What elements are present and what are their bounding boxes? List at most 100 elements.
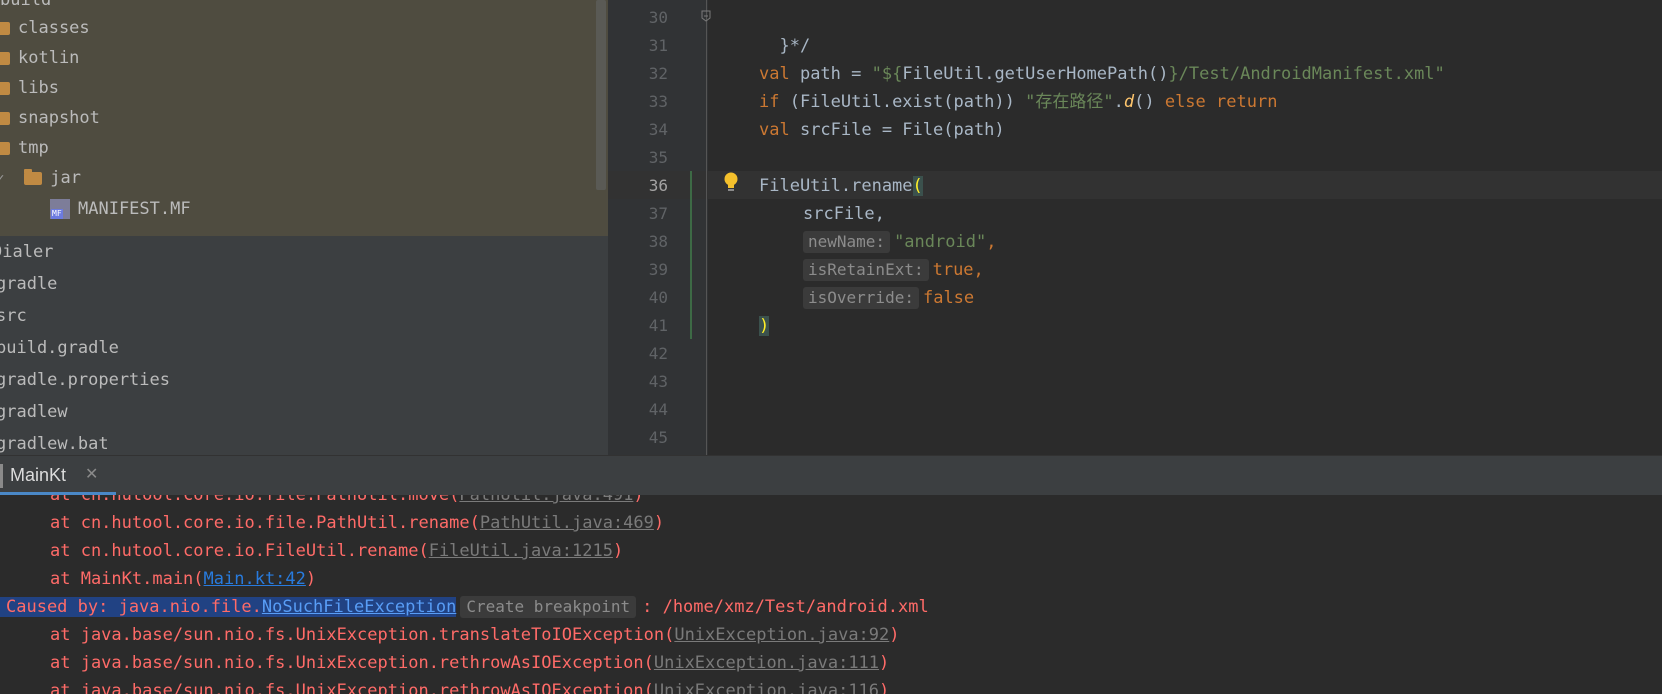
code-text: FileUtil.rename [759, 176, 913, 196]
folder-icon [0, 51, 10, 65]
code-line-40[interactable]: isOverride: false [803, 284, 974, 312]
tree-item-label: snapshot [18, 108, 100, 128]
chevron-down-icon[interactable]: ✓ [0, 163, 10, 195]
string-literal: "存在路径" [1025, 92, 1114, 112]
code-line-36[interactable]: FileUtil.rename( [759, 172, 923, 200]
tree-item-label: MANIFEST.MF [78, 199, 191, 219]
code-text: , [986, 232, 997, 252]
tree-item-gradlew-bat[interactable]: gradlew.bat [0, 428, 109, 455]
run-console[interactable]: at cn.hutool.core.io.file.PathUtil.move(… [0, 495, 1662, 694]
line-number: 42 [648, 344, 668, 363]
keyword: val [759, 64, 790, 84]
line-number: 45 [648, 428, 668, 447]
tree-item-src[interactable]: src [0, 300, 27, 332]
line-number: 31 [648, 36, 668, 55]
code-line-30[interactable]: }*/ [759, 4, 810, 56]
tree-item-jar[interactable]: ✓ jar [0, 162, 81, 194]
source-link[interactable]: Main.kt:42 [204, 569, 306, 589]
manifest-file-icon: MF [50, 199, 70, 219]
matched-paren: ( [912, 176, 923, 196]
console-line: at java.base/sun.nio.fs.UnixException.re… [0, 677, 889, 694]
code-text: () [1134, 92, 1165, 112]
source-link[interactable]: FileUtil.java:1215 [429, 541, 613, 561]
code-text: srcFile = File(path) [789, 120, 1005, 140]
keyword: if [759, 92, 780, 112]
source-link[interactable]: PathUtil.java:469 [480, 513, 654, 533]
parameter-hint: isRetainExt: [803, 259, 929, 281]
tree-item-manifest[interactable]: MF MANIFEST.MF [50, 193, 191, 225]
string-literal: "${ [871, 64, 903, 84]
code-text: , [973, 260, 984, 280]
code-line-41[interactable]: ) [759, 312, 770, 340]
code-text: FileUtil.getUserHomePath() [902, 64, 1169, 84]
line-number: 37 [648, 204, 668, 223]
source-link[interactable]: UnixException.java:116 [654, 681, 879, 694]
tree-item-snapshot[interactable]: snapshot [0, 102, 100, 134]
console-line: at java.base/sun.nio.fs.UnixException.re… [50, 653, 890, 673]
tree-item-build-gradle[interactable]: build.gradle [0, 332, 119, 364]
tree-item-gradle[interactable]: gradle [0, 268, 57, 300]
run-tool-window-tabs: MainKt ✕ [0, 455, 1662, 496]
tree-item-gradle-properties[interactable]: gradle.properties [0, 364, 170, 396]
line-number: 30 [648, 8, 668, 27]
keyword: false [922, 288, 975, 308]
selected-text[interactable]: Caused by: java.nio.file.NoSuchFileExcep… [0, 597, 457, 617]
source-link[interactable]: UnixException.java:92 [674, 625, 889, 645]
tree-item-dialer[interactable]: Dialer [0, 236, 53, 268]
tree-item-libs[interactable]: libs [0, 72, 59, 104]
close-icon[interactable]: ✕ [85, 456, 98, 494]
line-number: 40 [648, 288, 668, 307]
tree-item-label: classes [18, 18, 90, 38]
line-number: 44 [648, 400, 668, 419]
tree-item-label: build.gradle [0, 338, 119, 358]
tree-item-kotlin[interactable]: kotlin [0, 42, 79, 74]
line-number: 43 [648, 372, 668, 391]
vcs-change-marker[interactable] [690, 171, 692, 339]
tree-item-label: build [0, 0, 52, 10]
lightbulb-icon[interactable] [723, 172, 739, 194]
folder-icon [24, 168, 43, 185]
exception-link[interactable]: NoSuchFileException [262, 597, 456, 617]
tree-item-label: kotlin [18, 48, 80, 68]
code-line-37[interactable]: srcFile, [803, 200, 885, 228]
folder-icon [0, 141, 10, 155]
create-breakpoint-hint[interactable]: Create breakpoint [460, 596, 637, 618]
source-link[interactable]: UnixException.java:111 [654, 653, 879, 673]
project-tree[interactable]: build classes kotlin libs snapshot tmp ✓… [0, 0, 608, 455]
line-number: 35 [648, 148, 668, 167]
tree-item-label: libs [18, 78, 59, 98]
folder-icon [0, 81, 10, 95]
source-link[interactable]: PathUtil.java:491 [459, 495, 633, 505]
parameter-hint: newName: [803, 231, 891, 253]
code-line-39[interactable]: isRetainExt: true, [803, 256, 984, 284]
parameter-hint: isOverride: [803, 287, 919, 309]
tree-item-tmp[interactable]: tmp [0, 132, 49, 164]
code-line-32[interactable]: val path = "${FileUtil.getUserHomePath()… [759, 60, 1445, 88]
tree-item-label: Dialer [0, 242, 54, 262]
fold-icon[interactable] [700, 10, 712, 22]
gutter-divider [706, 0, 707, 455]
code-line-33[interactable]: if (FileUtil.exist(path)) "存在路径".d() els… [759, 88, 1277, 116]
tree-scrollbar[interactable] [596, 0, 606, 190]
line-number-current: 36 [648, 176, 668, 195]
code-line-34[interactable]: val srcFile = File(path) [759, 116, 1005, 144]
tab-edge-marker [0, 464, 3, 488]
console-line: at cn.hutool.core.io.FileUtil.rename(Fil… [50, 541, 624, 561]
console-line-caused-by: Caused by: java.nio.file.NoSuchFileExcep… [0, 593, 929, 621]
line-number: 33 [648, 92, 668, 111]
line-number: 34 [648, 120, 668, 139]
keyword: val [759, 120, 790, 140]
string-literal: "android" [894, 232, 987, 252]
tree-item-label: tmp [18, 138, 49, 158]
tree-item-label: src [0, 306, 27, 326]
tree-item-classes[interactable]: classes [0, 12, 90, 44]
code-text: }*/ [779, 36, 811, 56]
string-literal: }/Test/AndroidManifest.xml" [1168, 64, 1445, 84]
console-line: at MainKt.main(Main.kt:42) [50, 569, 317, 589]
tree-item-gradlew[interactable]: gradlew [0, 396, 68, 428]
tab-mainkt[interactable]: MainKt ✕ [0, 456, 116, 496]
code-line-38[interactable]: newName: "android", [803, 228, 996, 256]
function-call: d [1123, 92, 1135, 112]
matched-paren: ) [759, 316, 770, 336]
line-number: 39 [648, 260, 668, 279]
